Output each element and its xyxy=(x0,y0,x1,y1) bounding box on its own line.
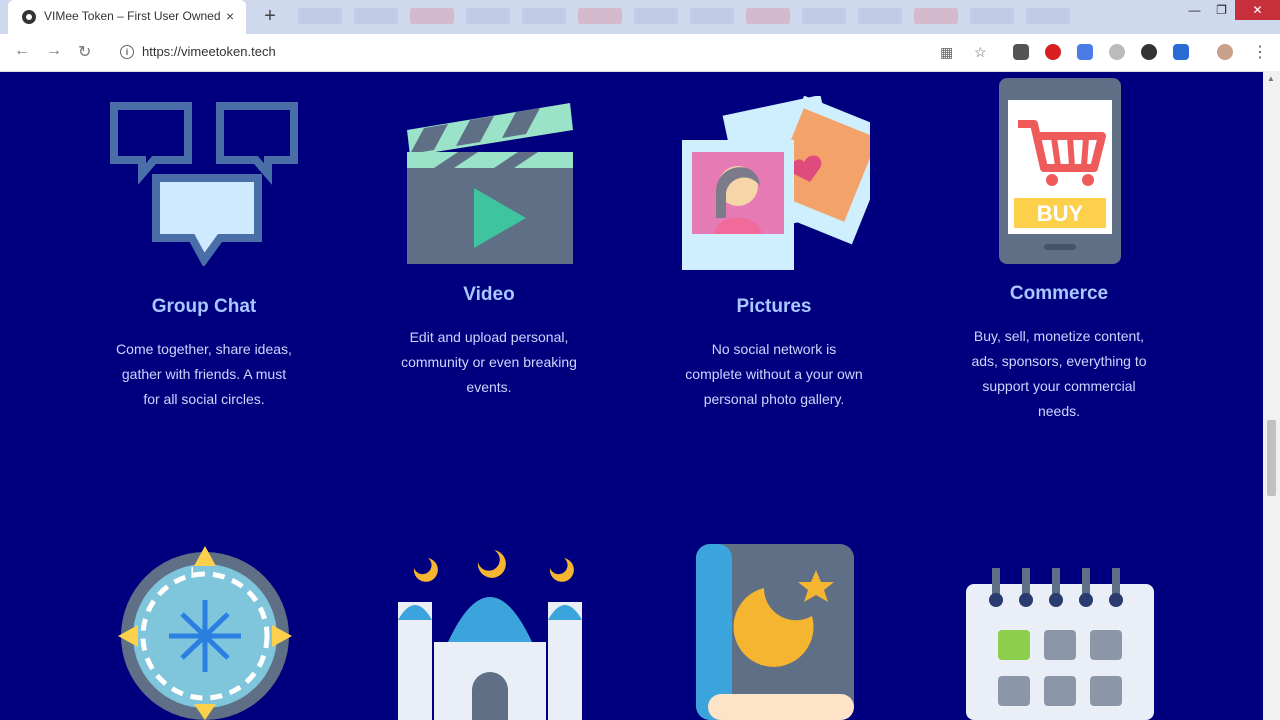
group-chat-icon xyxy=(110,102,298,266)
feature-title-pictures: Pictures xyxy=(736,296,812,317)
text-cursor-icon: I xyxy=(190,565,195,582)
calendar-icon xyxy=(966,568,1154,720)
opera-extension-icon[interactable] xyxy=(1045,44,1061,60)
tab-title: VIMee Token – First User Owned xyxy=(44,9,220,23)
google-translate-extension-icon[interactable] xyxy=(1077,44,1093,60)
scroll-up-arrow-icon[interactable]: ▲ xyxy=(1267,74,1275,83)
tab-bar: VIMee Token – First User Owned × + — ❐ ✕ xyxy=(0,0,1280,34)
scrollbar-thumb[interactable] xyxy=(1267,420,1276,496)
back-arrow-icon[interactable]: ← xyxy=(14,42,30,60)
feature-title-video: Video xyxy=(463,284,515,305)
book-moon-icon xyxy=(696,544,854,720)
window-controls: — ❐ ✕ xyxy=(1181,0,1280,20)
site-info-icon[interactable]: i xyxy=(120,45,134,59)
page-scrollbar[interactable]: ▲ xyxy=(1263,71,1280,720)
translate-icon[interactable]: ▦ xyxy=(940,44,953,61)
reload-icon[interactable]: ↻ xyxy=(78,42,91,62)
bookmark-star-icon[interactable]: ☆ xyxy=(974,44,987,61)
vpn-extension-icon[interactable] xyxy=(1173,44,1189,60)
site-favicon-icon xyxy=(22,10,36,24)
mail-extension-icon[interactable] xyxy=(1013,44,1029,60)
forward-arrow-icon[interactable]: → xyxy=(46,42,62,60)
minimize-button[interactable]: — xyxy=(1181,0,1208,20)
close-window-button[interactable]: ✕ xyxy=(1235,0,1280,20)
compass-icon xyxy=(118,546,292,720)
background-tabs[interactable] xyxy=(298,8,1138,26)
page-content: BUY Group Chat Come together, share idea… xyxy=(0,71,1263,720)
address-bar[interactable]: i https://vimeetoken.tech ▦ ☆ xyxy=(112,40,1002,64)
feature-desc-group-chat: Come together, share ideas, gather with … xyxy=(116,341,292,407)
pictures-icon xyxy=(682,96,870,270)
url-text[interactable]: https://vimeetoken.tech xyxy=(142,44,276,59)
feature-desc-video: Edit and upload personal, community or e… xyxy=(401,329,577,395)
mosque-icon xyxy=(398,550,582,720)
feature-desc-pictures: No social network is complete without a … xyxy=(685,341,863,407)
menu-kebab-icon[interactable]: ⋮ xyxy=(1252,42,1268,62)
extension-icon[interactable] xyxy=(1109,44,1125,60)
commerce-phone-cart-icon: BUY xyxy=(999,78,1121,264)
feature-title-group-chat: Group Chat xyxy=(151,296,257,317)
video-clapper-icon xyxy=(407,103,573,264)
browser-toolbar: ← → ↻ i https://vimeetoken.tech ▦ ☆ ⋮ xyxy=(0,34,1280,72)
buy-label: BUY xyxy=(1037,201,1084,226)
feature-title-commerce: Commerce xyxy=(1009,283,1109,304)
feature-desc-commerce: Buy, sell, monetize content, ads, sponso… xyxy=(971,328,1147,419)
sync-extension-icon[interactable] xyxy=(1141,44,1157,60)
new-tab-button[interactable]: + xyxy=(258,6,282,28)
active-tab[interactable]: VIMee Token – First User Owned × xyxy=(8,0,246,34)
restore-button[interactable]: ❐ xyxy=(1208,0,1235,20)
profile-avatar[interactable] xyxy=(1217,44,1233,60)
tab-close-icon[interactable]: × xyxy=(226,8,234,24)
